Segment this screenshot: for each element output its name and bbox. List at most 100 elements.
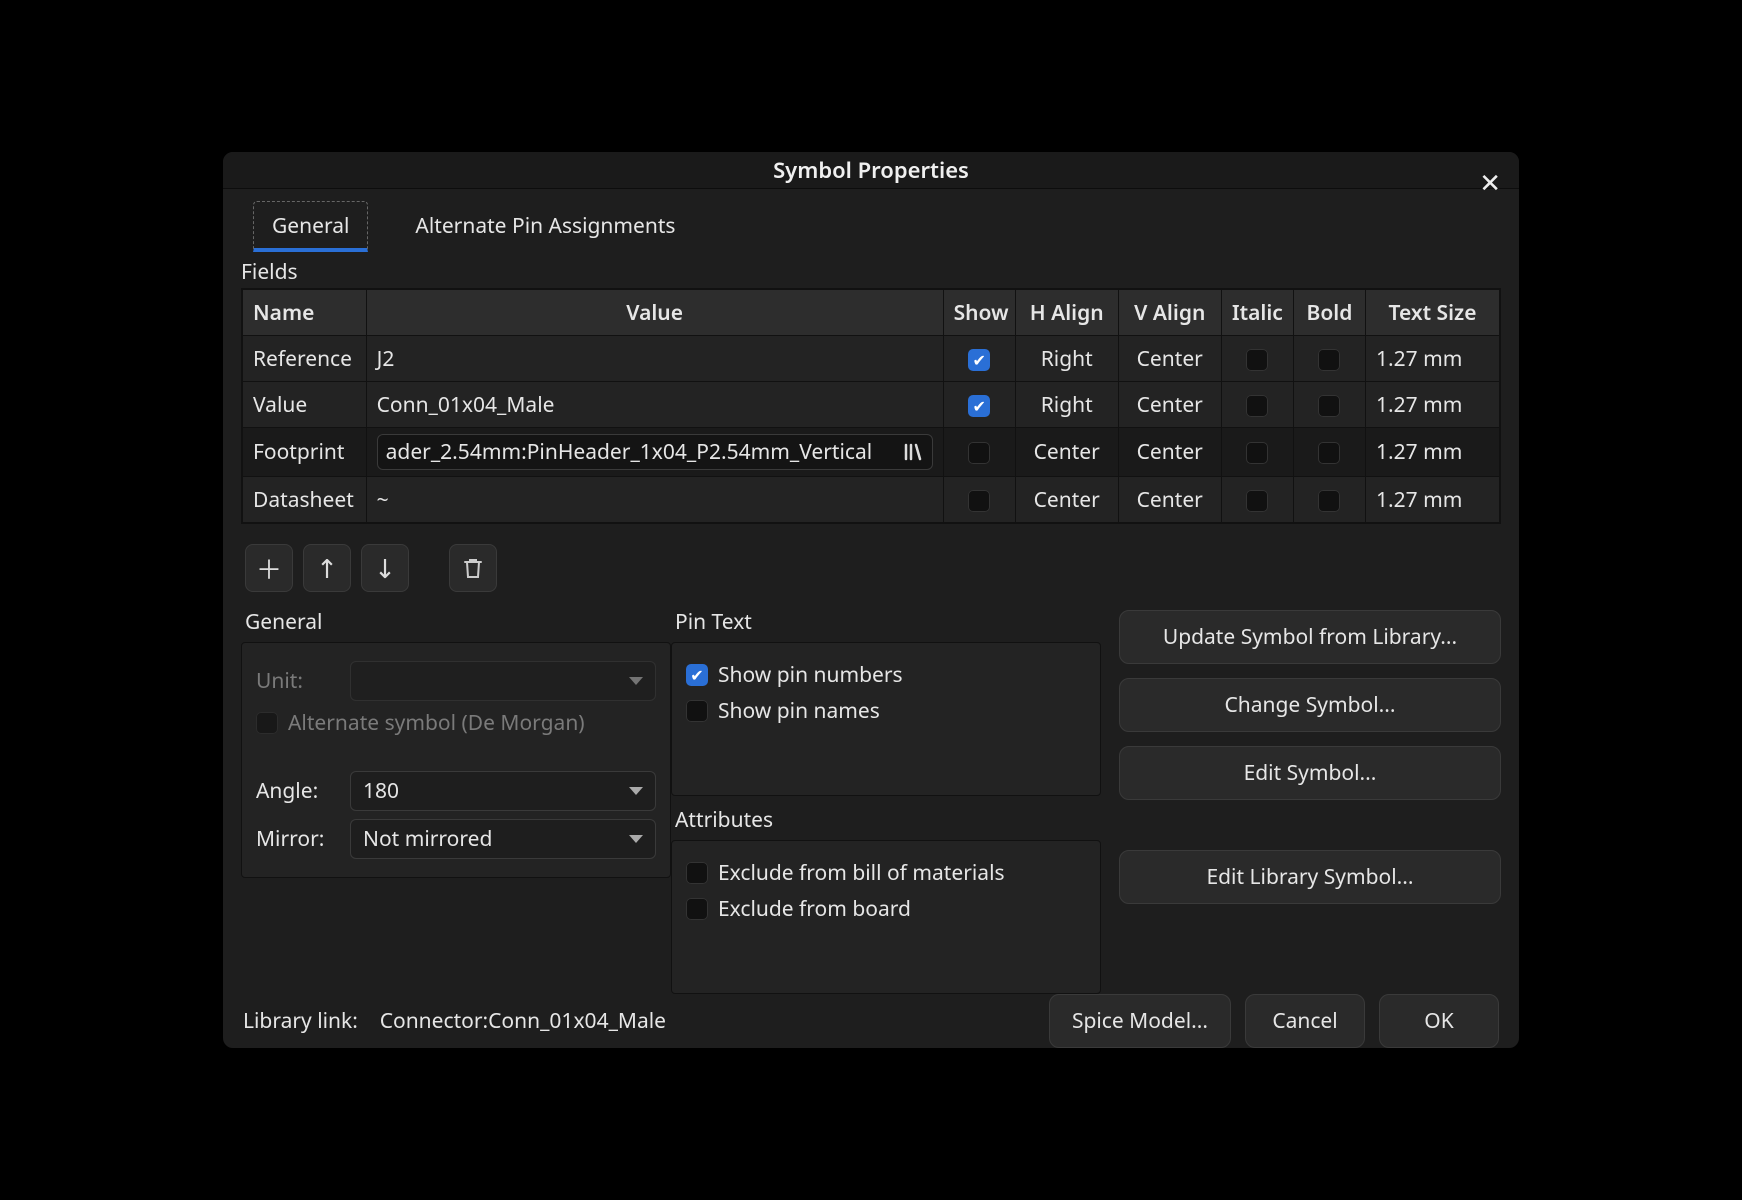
col-name[interactable]: Name	[243, 290, 367, 336]
field-name[interactable]: Value	[243, 382, 367, 428]
field-italic[interactable]	[1221, 428, 1293, 477]
field-italic[interactable]	[1221, 336, 1293, 382]
field-bold[interactable]	[1293, 382, 1365, 428]
change-symbol-button[interactable]: Change Symbol...	[1119, 678, 1501, 732]
show-pin-names-label: Show pin names	[718, 697, 880, 725]
italic-checkbox[interactable]	[1246, 490, 1268, 512]
footprint-input[interactable]: ader_2.54mm:PinHeader_1x04_P2.54mm_Verti…	[377, 434, 933, 470]
exclude-board-checkbox[interactable]	[686, 898, 708, 920]
angle-label: Angle:	[256, 777, 336, 805]
attributes-title: Attributes	[675, 806, 1101, 834]
field-halign[interactable]: Right	[1015, 382, 1118, 428]
tab-alternate-pin-assignments[interactable]: Alternate Pin Assignments	[396, 201, 694, 252]
col-valign[interactable]: V Align	[1118, 290, 1221, 336]
field-halign[interactable]: Right	[1015, 336, 1118, 382]
col-show[interactable]: Show	[943, 290, 1015, 336]
close-icon[interactable]: ✕	[1479, 164, 1501, 200]
exclude-bom-checkbox[interactable]	[686, 862, 708, 884]
field-textsize[interactable]: 1.27 mm	[1365, 428, 1499, 477]
italic-checkbox[interactable]	[1246, 395, 1268, 417]
cancel-button[interactable]: Cancel	[1245, 994, 1365, 1048]
show-checkbox[interactable]	[968, 442, 990, 464]
symbol-properties-dialog: Symbol Properties ✕ General Alternate Pi…	[221, 150, 1521, 1050]
field-textsize[interactable]: 1.27 mm	[1365, 382, 1499, 428]
field-value[interactable]: ader_2.54mm:PinHeader_1x04_P2.54mm_Verti…	[366, 428, 943, 477]
fields-label: Fields	[241, 258, 1501, 286]
ok-button[interactable]: OK	[1379, 994, 1499, 1048]
field-valign[interactable]: Center	[1118, 428, 1221, 477]
field-name[interactable]: Reference	[243, 336, 367, 382]
field-show[interactable]	[943, 336, 1015, 382]
field-show[interactable]	[943, 477, 1015, 523]
show-checkbox[interactable]	[968, 349, 990, 371]
move-up-button[interactable]: ↑	[303, 544, 351, 592]
col-halign[interactable]: H Align	[1015, 290, 1118, 336]
field-halign[interactable]: Center	[1015, 477, 1118, 523]
show-pin-numbers-checkbox[interactable]	[686, 664, 708, 686]
show-checkbox[interactable]	[968, 395, 990, 417]
field-valign[interactable]: Center	[1118, 336, 1221, 382]
field-italic[interactable]	[1221, 477, 1293, 523]
chevron-down-icon	[629, 787, 643, 795]
angle-select[interactable]: 180	[350, 771, 656, 811]
spice-model-button[interactable]: Spice Model...	[1049, 994, 1231, 1048]
table-row[interactable]: ValueConn_01x04_Male RightCenter 1.27 mm	[243, 382, 1500, 428]
bold-checkbox[interactable]	[1318, 442, 1340, 464]
library-browser-icon[interactable]	[902, 441, 924, 463]
table-row[interactable]: Footprint ader_2.54mm:PinHeader_1x04_P2.5…	[243, 428, 1500, 477]
edit-symbol-button[interactable]: Edit Symbol...	[1119, 746, 1501, 800]
field-row-buttons: ＋ ↑ ↓	[245, 544, 1501, 592]
field-value[interactable]: J2	[366, 336, 943, 382]
show-pin-numbers-label: Show pin numbers	[718, 661, 903, 689]
bold-checkbox[interactable]	[1318, 395, 1340, 417]
field-bold[interactable]	[1293, 428, 1365, 477]
bold-checkbox[interactable]	[1318, 349, 1340, 371]
show-checkbox[interactable]	[968, 490, 990, 512]
field-show[interactable]	[943, 428, 1015, 477]
chevron-down-icon	[629, 677, 643, 685]
italic-checkbox[interactable]	[1246, 349, 1268, 371]
field-bold[interactable]	[1293, 336, 1365, 382]
alternate-symbol-checkbox[interactable]	[256, 712, 278, 734]
field-italic[interactable]	[1221, 382, 1293, 428]
col-italic[interactable]: Italic	[1221, 290, 1293, 336]
tab-general[interactable]: General	[253, 201, 368, 252]
field-textsize[interactable]: 1.27 mm	[1365, 336, 1499, 382]
field-value[interactable]: Conn_01x04_Male	[366, 382, 943, 428]
library-link-value: Connector:Conn_01x04_Male	[380, 1007, 666, 1035]
col-textsize[interactable]: Text Size	[1365, 290, 1499, 336]
footprint-value: ader_2.54mm:PinHeader_1x04_P2.54mm_Verti…	[386, 438, 896, 466]
pintext-title: Pin Text	[675, 608, 1101, 636]
field-value[interactable]: ~	[366, 477, 943, 523]
table-row[interactable]: Datasheet~ CenterCenter 1.27 mm	[243, 477, 1500, 523]
show-pin-names-checkbox[interactable]	[686, 700, 708, 722]
tab-bar: General Alternate Pin Assignments	[241, 201, 1501, 252]
tab-general-label: General	[272, 212, 349, 240]
mirror-value: Not mirrored	[363, 825, 492, 853]
table-row[interactable]: ReferenceJ2 RightCenter 1.27 mm	[243, 336, 1500, 382]
field-valign[interactable]: Center	[1118, 477, 1221, 523]
update-symbol-button[interactable]: Update Symbol from Library...	[1119, 610, 1501, 664]
mirror-label: Mirror:	[256, 825, 336, 853]
delete-row-button[interactable]	[449, 544, 497, 592]
field-name[interactable]: Datasheet	[243, 477, 367, 523]
field-halign[interactable]: Center	[1015, 428, 1118, 477]
col-value[interactable]: Value	[366, 290, 943, 336]
field-textsize[interactable]: 1.27 mm	[1365, 477, 1499, 523]
general-panel: Unit: Alternate symbol (De Morgan) Angle…	[241, 642, 671, 878]
edit-library-symbol-button[interactable]: Edit Library Symbol...	[1119, 850, 1501, 904]
italic-checkbox[interactable]	[1246, 442, 1268, 464]
dialog-footer: Library link: Connector:Conn_01x04_Male …	[223, 994, 1519, 1048]
field-bold[interactable]	[1293, 477, 1365, 523]
bold-checkbox[interactable]	[1318, 490, 1340, 512]
move-down-button[interactable]: ↓	[361, 544, 409, 592]
col-bold[interactable]: Bold	[1293, 290, 1365, 336]
add-row-button[interactable]: ＋	[245, 544, 293, 592]
field-show[interactable]	[943, 382, 1015, 428]
window-title: Symbol Properties	[773, 155, 969, 185]
unit-select[interactable]	[350, 661, 656, 701]
field-valign[interactable]: Center	[1118, 382, 1221, 428]
unit-label: Unit:	[256, 667, 336, 695]
mirror-select[interactable]: Not mirrored	[350, 819, 656, 859]
field-name[interactable]: Footprint	[243, 428, 367, 477]
